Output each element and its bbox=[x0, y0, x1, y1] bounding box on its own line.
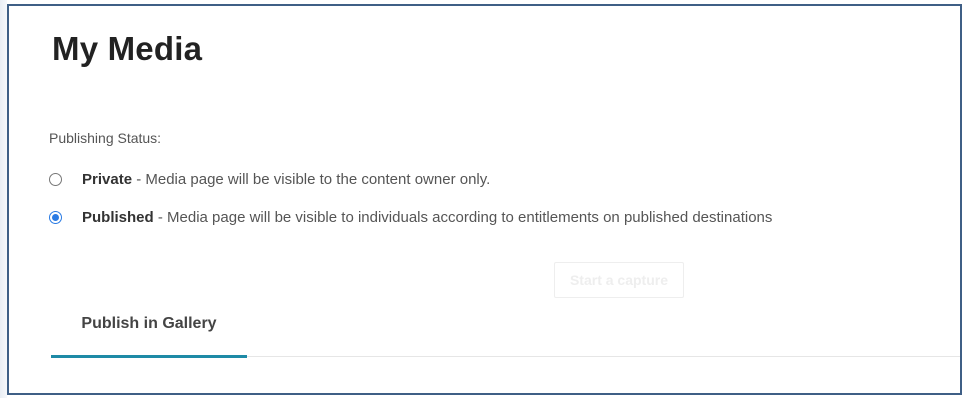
option-private[interactable]: Private - Media page will be visible to … bbox=[49, 171, 490, 188]
option-published-name: Published bbox=[82, 209, 154, 226]
tab-publish-in-gallery[interactable]: Publish in Gallery bbox=[51, 306, 247, 358]
option-private-description: - Media page will be visible to the cont… bbox=[132, 171, 491, 188]
option-private-name: Private bbox=[82, 171, 133, 188]
option-published-text: Published - Media page will be visible t… bbox=[82, 209, 772, 226]
published-radio[interactable] bbox=[49, 211, 62, 224]
option-published[interactable]: Published - Media page will be visible t… bbox=[49, 209, 772, 226]
option-published-description: - Media page will be visible to individu… bbox=[153, 209, 773, 226]
my-media-panel: My Media Publishing Status: Private - Me… bbox=[7, 4, 962, 395]
publishing-status-label: Publishing Status: bbox=[49, 130, 162, 146]
private-radio[interactable] bbox=[49, 173, 62, 186]
start-capture-button[interactable]: Start a capture bbox=[554, 262, 684, 298]
option-private-text: Private - Media page will be visible to … bbox=[82, 171, 490, 188]
left-edge-shade bbox=[0, 0, 7, 398]
page-title: My Media bbox=[52, 30, 203, 67]
tab-bar-divider bbox=[247, 356, 960, 357]
